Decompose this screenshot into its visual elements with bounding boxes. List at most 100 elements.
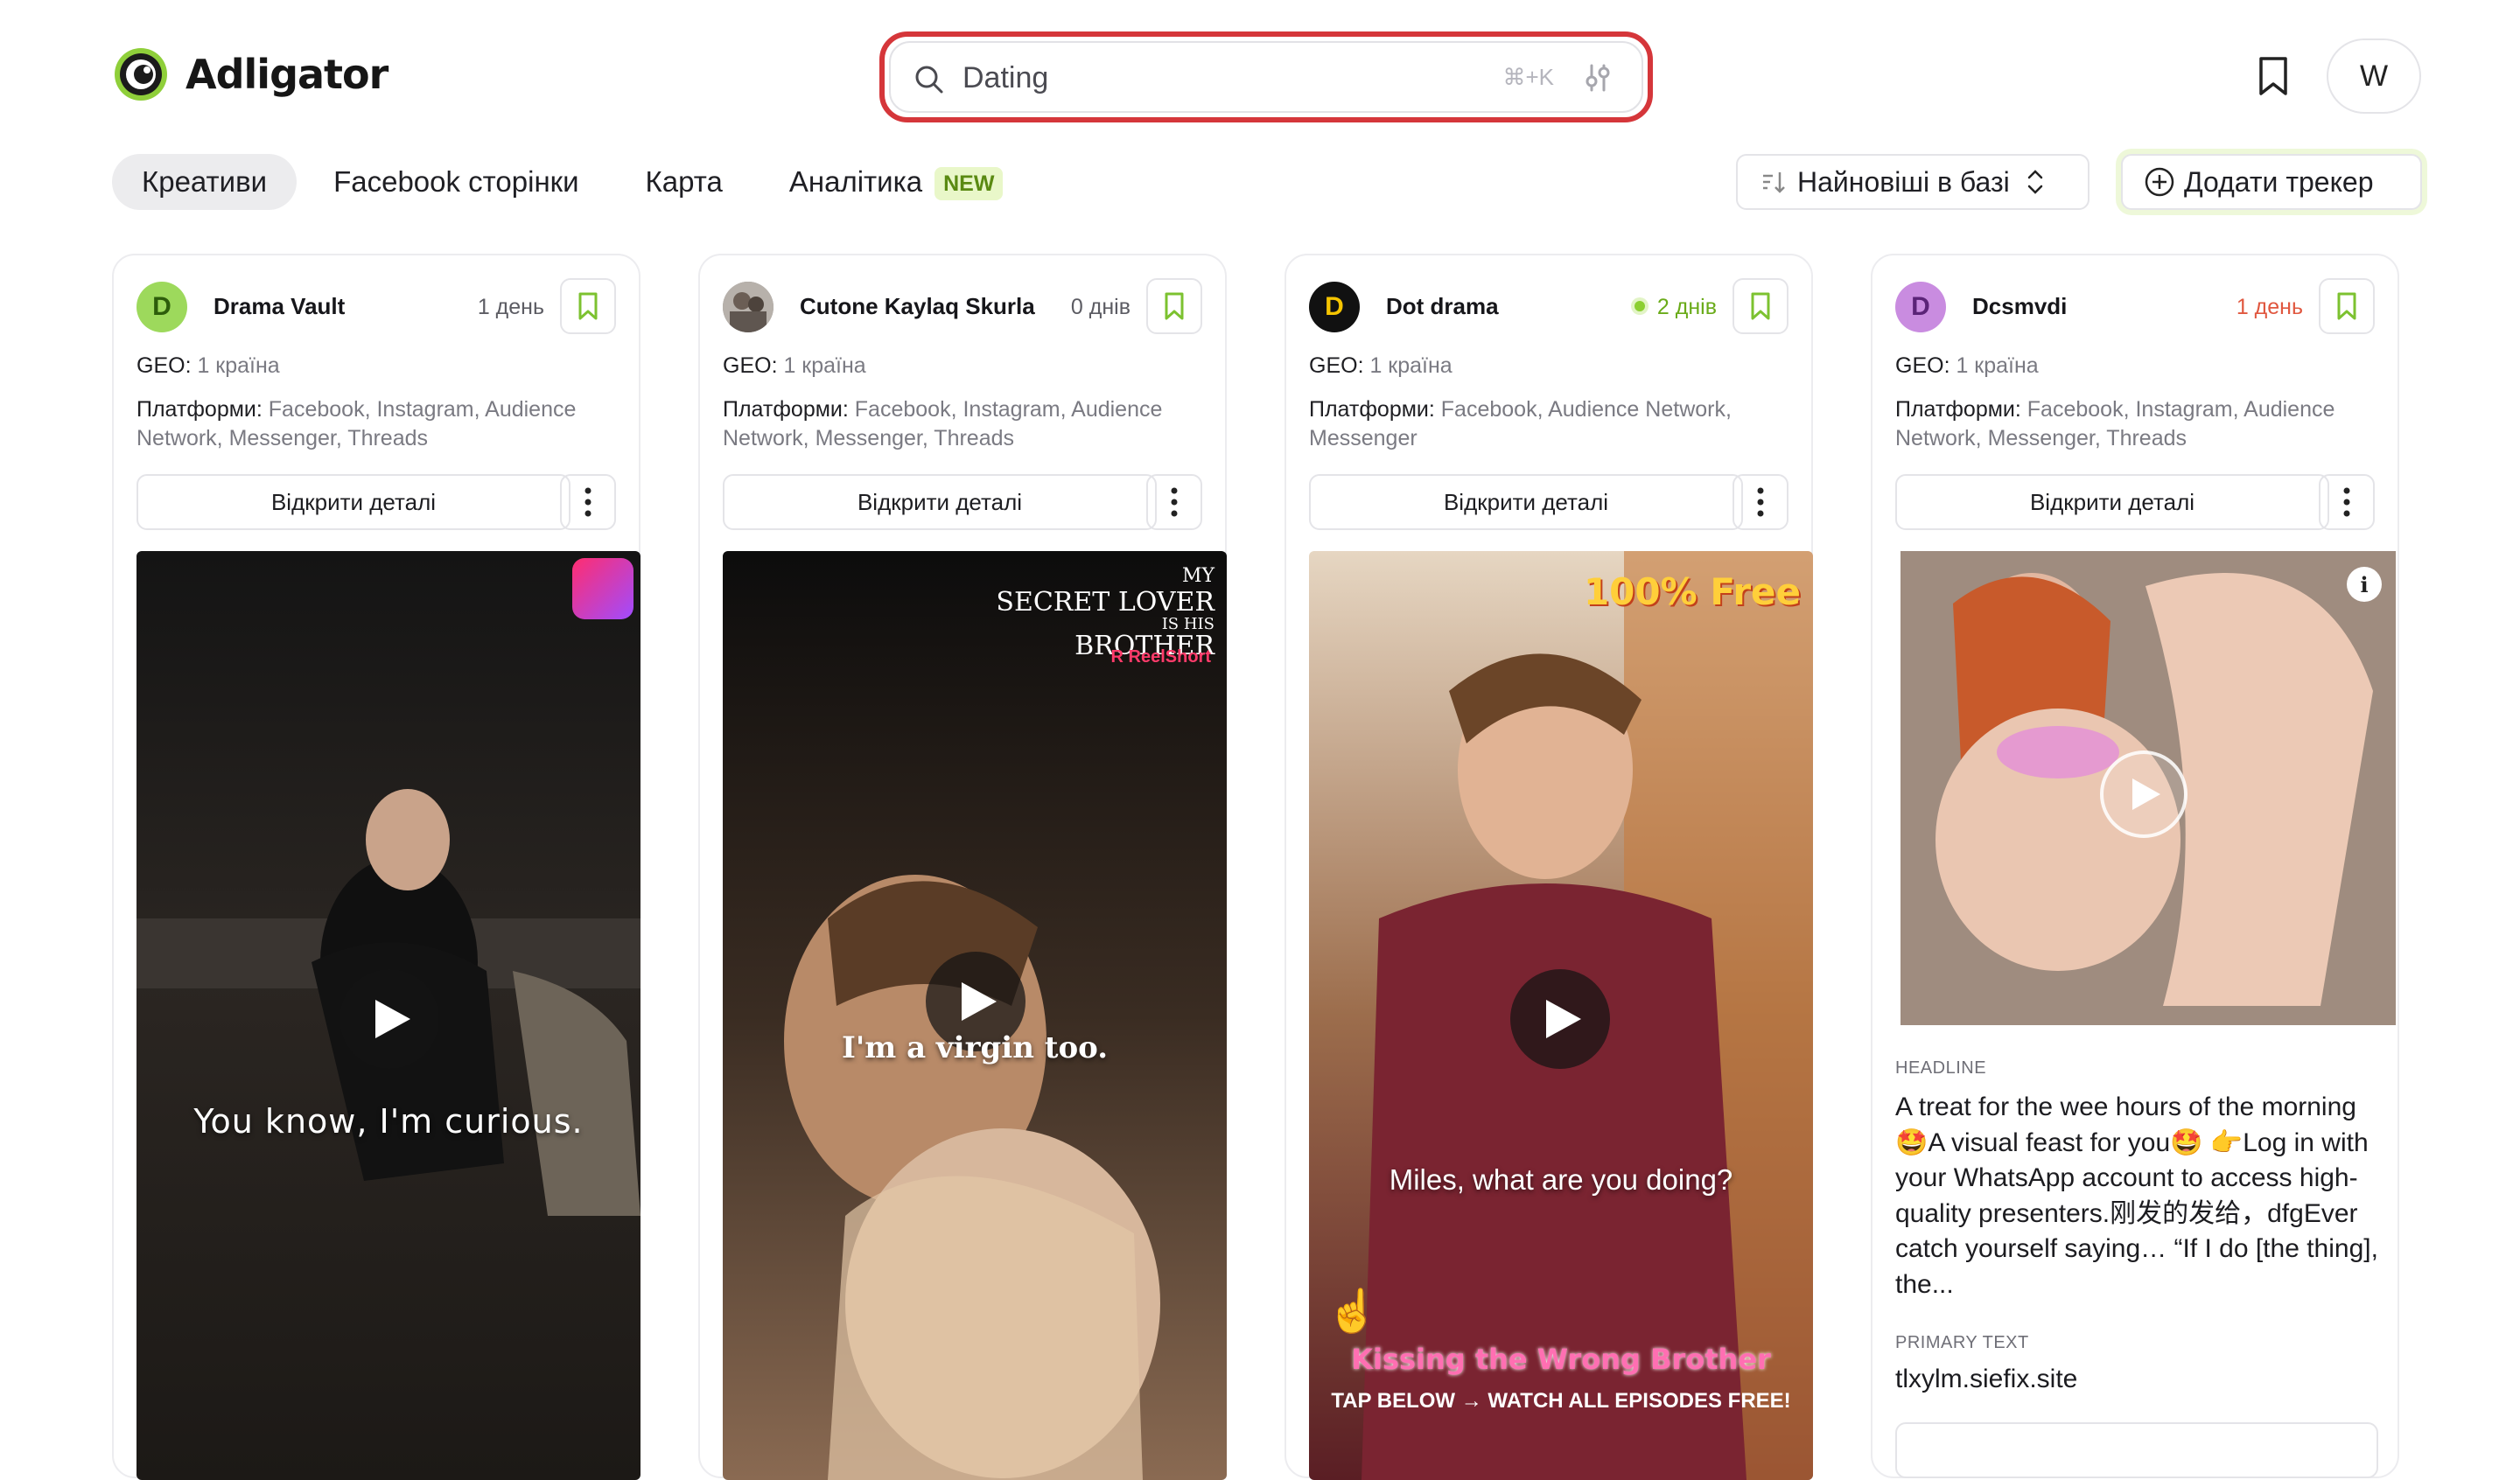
geo-info: GEO: 1 країна — [136, 353, 280, 379]
bookmark-icon — [1751, 292, 1770, 320]
open-details-button[interactable]: Відкрити деталі — [1309, 474, 1743, 530]
tab-facebook-pages[interactable]: Facebook сторінки — [304, 154, 608, 210]
geo-value: 1 країна — [191, 353, 280, 378]
more-vertical-icon — [1171, 487, 1178, 517]
platforms-info: Платформи: Facebook, Instagram, Audience… — [723, 395, 1213, 453]
page-avatar[interactable] — [723, 282, 774, 332]
ad-card: D Drama Vault 1 день GEO: 1 країна Платф… — [112, 254, 640, 1480]
bookmark-icon — [1165, 292, 1184, 320]
save-ad-button[interactable] — [2319, 278, 2375, 334]
ad-age: 1 день — [2236, 295, 2303, 319]
brand-label: R ReelShort — [1110, 647, 1211, 667]
geo-info: GEO: 1 країна — [723, 353, 866, 379]
open-details-button[interactable]: Відкрити деталі — [1895, 474, 2329, 530]
user-avatar-button[interactable]: W — [2327, 38, 2421, 114]
search-bar[interactable]: ⌘+K — [889, 41, 1643, 113]
free-promo-tag: 100% Free — [1583, 570, 1801, 613]
more-vertical-icon — [1757, 487, 1764, 517]
ad-video-thumbnail[interactable]: i — [1900, 551, 2396, 1025]
tab-analytics[interactable]: Аналітика NEW — [760, 154, 1033, 210]
play-button[interactable] — [340, 969, 439, 1069]
open-details-button[interactable]: Відкрити деталі — [136, 474, 570, 530]
search-icon — [915, 66, 943, 94]
info-icon[interactable]: i — [2347, 567, 2382, 602]
play-icon — [962, 982, 997, 1021]
geo-info: GEO: 1 країна — [1309, 353, 1452, 379]
active-status-dot — [1634, 301, 1645, 311]
more-options-button[interactable] — [2319, 474, 2375, 530]
tab-map[interactable]: Карта — [616, 154, 752, 210]
page-avatar[interactable]: D — [1309, 282, 1360, 332]
card-header: D Drama Vault 1 день — [136, 278, 616, 334]
sort-label: Найновіші в базі — [1797, 165, 2010, 198]
page-name[interactable]: Cutone Kaylaq Skurla — [800, 293, 1035, 320]
ad-age-value: 2 днів — [1656, 295, 1717, 319]
geo-value: 1 країна — [1950, 353, 2039, 378]
save-ad-button[interactable] — [1732, 278, 1788, 334]
save-ad-button[interactable] — [560, 278, 616, 334]
logo-eye-icon — [115, 48, 167, 101]
page-name[interactable]: Dcsmvdi — [1972, 293, 2067, 320]
platforms-label: Платформи: — [1895, 397, 2021, 422]
page-avatar[interactable]: D — [136, 282, 187, 332]
card-header: Cutone Kaylaq Skurla 0 днів — [723, 278, 1202, 334]
bookmark-icon — [2337, 292, 2356, 320]
ad-video-thumbnail[interactable]: MY SECRET LOVER IS HIS BROTHER R ReelSho… — [723, 551, 1227, 1480]
play-icon — [2132, 778, 2160, 810]
more-vertical-icon — [584, 487, 592, 517]
geo-info: GEO: 1 країна — [1895, 353, 2039, 379]
platforms-label: Платформи: — [136, 397, 262, 422]
geo-label: GEO: — [1895, 353, 1950, 378]
save-ad-button[interactable] — [1146, 278, 1202, 334]
page-name[interactable]: Drama Vault — [214, 293, 345, 320]
filter-sliders-icon[interactable] — [1580, 60, 1615, 95]
bookmark-icon — [578, 292, 598, 320]
tab-creatives[interactable]: Креативи — [112, 154, 298, 210]
ad-age: 2 днів — [1634, 295, 1717, 320]
overlay-title-line: SECRET LOVER — [996, 587, 1214, 618]
sort-dropdown[interactable]: Найновіші в базі — [1736, 154, 2090, 210]
saved-bookmark-icon[interactable] — [2256, 56, 2291, 96]
overlay-title-line: MY — [1181, 565, 1214, 587]
sort-descending-icon — [1763, 172, 1785, 193]
more-options-button[interactable] — [1146, 474, 1202, 530]
geo-value: 1 країна — [1363, 353, 1452, 378]
main-nav: Креативи Facebook сторінки Карта Аналіти… — [112, 154, 1040, 210]
ad-age: 0 днів — [1070, 295, 1130, 319]
add-tracker-button[interactable]: Додати трекер — [2121, 154, 2422, 210]
play-button[interactable] — [2100, 750, 2188, 838]
search-input[interactable] — [961, 55, 1489, 101]
open-details-button[interactable]: Відкрити деталі — [723, 474, 1157, 530]
play-icon — [1546, 1000, 1581, 1038]
platforms-info: Платформи: Facebook, Audience Network, M… — [1309, 395, 1799, 453]
card-header: D Dot drama 2 днів — [1309, 278, 1788, 334]
ad-video-thumbnail[interactable]: You know, I'm curious. — [136, 551, 640, 1480]
page-name[interactable]: Dot drama — [1386, 293, 1499, 320]
more-options-button[interactable] — [560, 474, 616, 530]
page-avatar[interactable]: D — [1895, 282, 1946, 332]
geo-label: GEO: — [136, 353, 192, 378]
play-button[interactable] — [1510, 969, 1610, 1069]
profile-photo-icon — [723, 282, 774, 332]
ad-card: D Dcsmvdi 1 день GEO: 1 країна Платформи… — [1871, 254, 2399, 1478]
tab-analytics-label: Аналітика — [788, 165, 923, 198]
more-vertical-icon — [2343, 487, 2350, 517]
more-options-button[interactable] — [1732, 474, 1788, 530]
pointing-hand-icon: ☝ — [1326, 1288, 1379, 1335]
geo-label: GEO: — [1309, 353, 1364, 378]
platforms-label: Платформи: — [723, 397, 849, 422]
new-badge: NEW — [934, 167, 1004, 201]
app-name: Adligator — [186, 51, 388, 98]
platforms-info: Платформи: Facebook, Instagram, Audience… — [1895, 395, 2385, 453]
platforms-info: Платформи: Facebook, Instagram, Audience… — [136, 395, 626, 453]
ad-primary-text: tlxylm.siefix.site — [1895, 1365, 2078, 1393]
card-header: D Dcsmvdi 1 день — [1895, 278, 2375, 334]
add-tracker-label: Додати трекер — [2184, 165, 2374, 198]
video-title-overlay: Kissing the Wrong Brother — [1351, 1343, 1771, 1376]
geo-label: GEO: — [723, 353, 778, 378]
ad-video-thumbnail[interactable]: 100% Free Miles, what are you doing? ☝ K… — [1309, 551, 1813, 1480]
app-logo[interactable]: Adligator — [112, 45, 388, 103]
search-shortcut-hint: ⌘+K — [1502, 64, 1554, 90]
video-caption: Miles, what are you doing? — [1389, 1163, 1733, 1196]
card-action-button[interactable] — [1895, 1422, 2378, 1478]
